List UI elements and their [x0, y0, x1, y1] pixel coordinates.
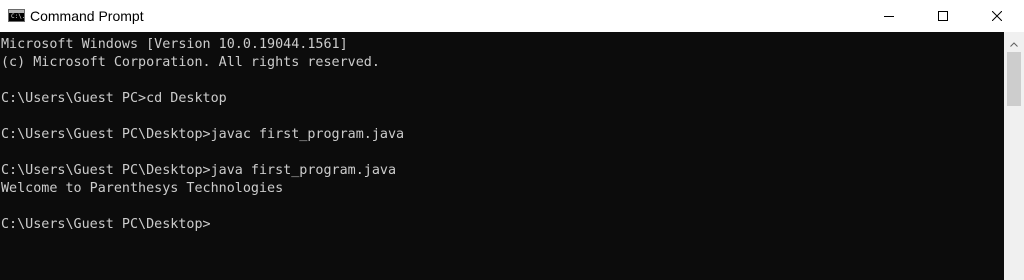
maximize-button[interactable]	[920, 0, 966, 32]
console-lines: Microsoft Windows [Version 10.0.19044.15…	[1, 36, 404, 234]
close-icon	[992, 11, 1002, 21]
title-bar[interactable]: C:\. Command Prompt	[0, 0, 1024, 32]
close-button[interactable]	[974, 0, 1020, 32]
console-line: C:\Users\Guest PC\Desktop>javac first_pr…	[1, 127, 405, 142]
scroll-up-arrow-icon	[1010, 32, 1018, 51]
command-prompt-window: C:\. Command Prompt Microsoft Windows [V…	[0, 0, 1024, 280]
scroll-thumb[interactable]	[1007, 52, 1021, 106]
vertical-scrollbar[interactable]	[1004, 32, 1024, 280]
cmd-app-icon: C:\.	[8, 9, 25, 22]
console-output-area[interactable]: Microsoft Windows [Version 10.0.19044.15…	[0, 32, 1004, 280]
window-title: Command Prompt	[30, 8, 144, 24]
console-line: Microsoft Windows [Version 10.0.19044.15…	[1, 37, 348, 52]
cmd-app-icon-glyph: C:\.	[11, 13, 26, 20]
console-line: C:\Users\Guest PC>cd Desktop	[1, 91, 227, 106]
minimize-icon	[884, 11, 894, 21]
scroll-up-button[interactable]	[1004, 32, 1024, 50]
console-prompt-line[interactable]: C:\Users\Guest PC\Desktop>	[1, 216, 404, 234]
console-line: (c) Microsoft Corporation. All rights re…	[1, 55, 380, 70]
minimize-button[interactable]	[866, 0, 912, 32]
console-line: Welcome to Parenthesys Technologies	[1, 181, 284, 196]
maximize-icon	[938, 11, 948, 21]
console-line: C:\Users\Guest PC\Desktop>java first_pro…	[1, 163, 397, 178]
